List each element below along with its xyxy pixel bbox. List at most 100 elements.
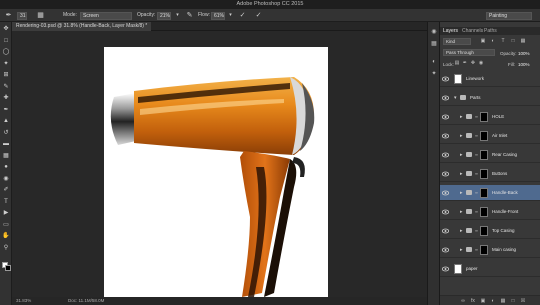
filter-kind-select[interactable]: Kind xyxy=(443,38,471,45)
blend-mode-select[interactable]: Pass Through xyxy=(443,49,495,56)
flow-field[interactable]: 61% xyxy=(211,11,225,20)
path-select-tool-icon[interactable]: ▶ xyxy=(2,209,10,217)
layer-mask-thumbnail[interactable] xyxy=(480,245,488,255)
mode-select[interactable]: Screen xyxy=(80,11,132,20)
marquee-tool-icon[interactable]: □ xyxy=(2,37,10,45)
layer-row[interactable]: ▸ ∞ Handle-Back xyxy=(440,185,540,201)
zoom-tool-icon[interactable]: ⚲ xyxy=(2,244,10,252)
workspace-select[interactable]: Painting xyxy=(486,11,532,20)
mask-link-icon[interactable]: ∞ xyxy=(475,209,478,214)
canvas[interactable] xyxy=(104,47,328,297)
pressure-size-icon[interactable]: ✓ xyxy=(254,11,263,20)
filter-type-icon[interactable]: T xyxy=(500,38,506,44)
brush-tool-icon[interactable]: ✒ xyxy=(2,106,10,114)
link-layers-icon[interactable]: ∞ xyxy=(460,298,466,304)
mask-link-icon[interactable]: ∞ xyxy=(475,228,478,233)
opacity-dropdown-icon[interactable]: ▾ xyxy=(173,11,182,20)
expand-arrow-icon[interactable]: ▸ xyxy=(460,114,463,120)
mask-link-icon[interactable]: ∞ xyxy=(475,171,478,176)
layer-row[interactable]: paper xyxy=(440,261,540,277)
brush-panel-icon[interactable]: ▦ xyxy=(36,11,45,20)
eraser-tool-icon[interactable]: ▬ xyxy=(2,140,10,148)
layer-thumbnail[interactable] xyxy=(454,264,462,274)
layer-style-icon[interactable]: fx xyxy=(470,298,476,304)
mask-link-icon[interactable]: ∞ xyxy=(475,247,478,252)
gradient-tool-icon[interactable]: ▦ xyxy=(2,152,10,160)
dodge-tool-icon[interactable]: ◉ xyxy=(2,175,10,183)
expand-arrow-icon[interactable]: ▸ xyxy=(460,152,463,158)
tab-layers[interactable]: Layers xyxy=(443,28,458,34)
filter-shape-icon[interactable]: □ xyxy=(510,38,516,44)
layer-row[interactable]: ▸ ∞ Rear Casing xyxy=(440,147,540,163)
brush-size-field[interactable]: 31 xyxy=(17,11,27,20)
expand-arrow-icon[interactable]: ▾ xyxy=(454,95,457,101)
filter-adjustment-icon[interactable]: ◐ xyxy=(490,38,496,44)
layer-mask-thumbnail[interactable] xyxy=(480,188,488,198)
expand-arrow-icon[interactable]: ▸ xyxy=(460,247,463,253)
layer-mask-thumbnail[interactable] xyxy=(480,207,488,217)
adjustments-panel-icon[interactable]: ◐ xyxy=(430,58,438,66)
healing-tool-icon[interactable]: ✚ xyxy=(2,94,10,102)
canvas-area[interactable] xyxy=(12,31,427,297)
layer-row[interactable]: ▾ Parts xyxy=(440,90,540,106)
panel-opacity-value[interactable]: 100% xyxy=(518,51,530,56)
layer-row[interactable]: ▸ ∞ Top Casing xyxy=(440,223,540,239)
airbrush-icon[interactable]: ✓ xyxy=(238,11,247,20)
visibility-eye-icon[interactable] xyxy=(442,190,449,196)
tab-paths[interactable]: Paths xyxy=(484,28,497,34)
mask-link-icon[interactable]: ∞ xyxy=(475,133,478,138)
shape-tool-icon[interactable]: ▭ xyxy=(2,221,10,229)
layer-row[interactable]: ▸ ∞ Buttons xyxy=(440,166,540,182)
layer-mask-thumbnail[interactable] xyxy=(480,131,488,141)
layer-row[interactable]: ▸ ∞ Air Inlet xyxy=(440,128,540,144)
tab-channels[interactable]: Channels xyxy=(462,28,483,34)
color-panel-icon[interactable]: ◉ xyxy=(430,28,438,36)
visibility-eye-icon[interactable] xyxy=(442,209,449,215)
visibility-eye-icon[interactable] xyxy=(442,152,449,158)
layer-row[interactable]: ▸ ∞ Main casing xyxy=(440,242,540,258)
hand-tool-icon[interactable]: ✋ xyxy=(2,232,10,240)
pressure-opacity-icon[interactable]: ✎ xyxy=(185,11,194,20)
document-tab[interactable]: Rendering-03.psd @ 31.8% (Handle-Back, L… xyxy=(12,22,152,31)
lock-pixels-icon[interactable]: ✒ xyxy=(462,60,468,66)
eyedropper-tool-icon[interactable]: ✎ xyxy=(2,83,10,91)
background-color-swatch[interactable] xyxy=(5,265,11,271)
add-mask-icon[interactable]: ▣ xyxy=(480,298,486,304)
visibility-eye-icon[interactable] xyxy=(442,133,449,139)
mask-link-icon[interactable]: ∞ xyxy=(475,114,478,119)
visibility-eye-icon[interactable] xyxy=(442,76,449,82)
lasso-tool-icon[interactable]: ◯ xyxy=(2,48,10,56)
layer-mask-thumbnail[interactable] xyxy=(480,169,488,179)
mask-link-icon[interactable]: ∞ xyxy=(475,190,478,195)
expand-arrow-icon[interactable]: ▸ xyxy=(460,133,463,139)
zoom-level[interactable]: 31.83% xyxy=(16,298,31,303)
blur-tool-icon[interactable]: ● xyxy=(2,163,10,171)
new-layer-icon[interactable]: □ xyxy=(510,298,516,304)
fill-value[interactable]: 100% xyxy=(518,62,530,67)
expand-arrow-icon[interactable]: ▸ xyxy=(460,190,463,196)
lock-position-icon[interactable]: ✥ xyxy=(470,60,476,66)
filter-smart-object-icon[interactable]: ▦ xyxy=(520,38,526,44)
visibility-eye-icon[interactable] xyxy=(442,228,449,234)
visibility-eye-icon[interactable] xyxy=(442,95,449,101)
visibility-eye-icon[interactable] xyxy=(442,266,449,272)
layer-row[interactable]: Linework xyxy=(440,71,540,87)
type-tool-icon[interactable]: T xyxy=(2,198,10,206)
filter-pixel-icon[interactable]: ▣ xyxy=(480,38,486,44)
layer-mask-thumbnail[interactable] xyxy=(480,112,488,122)
visibility-eye-icon[interactable] xyxy=(442,247,449,253)
flow-dropdown-icon[interactable]: ▾ xyxy=(226,11,235,20)
lock-transparency-icon[interactable]: ▤ xyxy=(454,60,460,66)
visibility-eye-icon[interactable] xyxy=(442,171,449,177)
expand-arrow-icon[interactable]: ▸ xyxy=(460,209,463,215)
swatches-panel-icon[interactable]: ▦ xyxy=(430,40,438,48)
layer-row[interactable]: ▸ ∞ HOLE xyxy=(440,109,540,125)
brush-panel-icon[interactable]: ✦ xyxy=(430,70,438,78)
opacity-field[interactable]: 21% xyxy=(157,11,171,20)
layer-thumbnail[interactable] xyxy=(454,74,462,84)
adjustment-layer-icon[interactable]: ◐ xyxy=(490,298,496,304)
history-brush-tool-icon[interactable]: ↺ xyxy=(2,129,10,137)
new-group-icon[interactable]: ▦ xyxy=(500,298,506,304)
crop-tool-icon[interactable]: ⊞ xyxy=(2,71,10,79)
brush-preset-icon[interactable]: ✒ xyxy=(4,11,13,20)
